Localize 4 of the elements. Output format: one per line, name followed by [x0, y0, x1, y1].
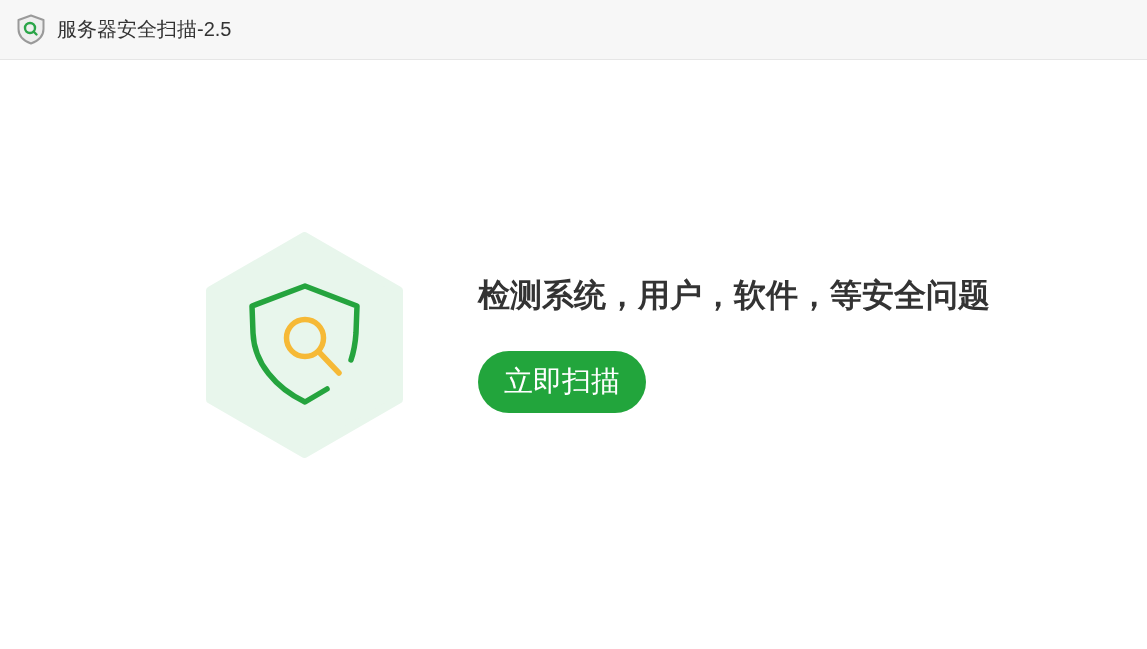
window-title: 服务器安全扫描-2.5 [57, 17, 232, 42]
shield-magnifier-icon [17, 14, 45, 45]
scan-button[interactable]: 立即扫描 [478, 351, 646, 413]
headline: 检测系统，用户，软件，等安全问题 [478, 277, 990, 313]
